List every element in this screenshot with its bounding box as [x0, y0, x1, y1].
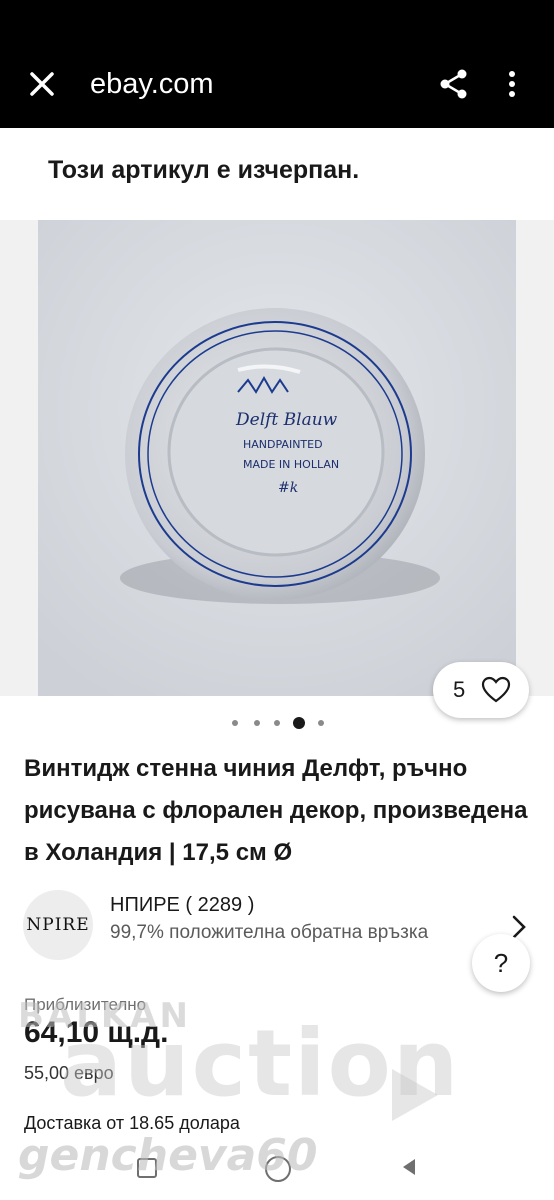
image-gallery[interactable]: Delft Blauw HANDPAINTED MADE IN HOLLAN #… — [0, 220, 554, 696]
gallery-dot-active[interactable] — [293, 717, 305, 729]
sold-out-notice: Този артикул е изчерпан. — [48, 156, 360, 184]
price: 64,10 щ.д. — [24, 1016, 169, 1049]
browser-top-bar: ebay.com — [0, 0, 554, 128]
watch-button[interactable]: 5 — [433, 662, 529, 718]
url-label[interactable]: ebay.com — [90, 66, 214, 102]
gallery-dot[interactable] — [232, 720, 238, 726]
back-icon[interactable] — [398, 1156, 420, 1178]
plate-mark-line-4: #k — [278, 480, 298, 496]
close-icon[interactable] — [24, 66, 60, 102]
plate-mark-line-2: HANDPAINTED — [243, 438, 323, 451]
system-nav-bar — [0, 1138, 554, 1200]
gallery-dot[interactable] — [254, 720, 260, 726]
plate-mark-line-1: Delft Blauw — [235, 410, 338, 430]
shipping-cost: Доставка от 18.65 долара — [24, 1113, 240, 1133]
seller-avatar: NPIRE — [23, 890, 93, 960]
home-icon[interactable] — [265, 1156, 291, 1182]
approx-label: Приблизително — [24, 995, 147, 1014]
gallery-pagination — [0, 716, 554, 732]
recent-apps-icon[interactable] — [137, 1158, 157, 1178]
more-options-icon[interactable] — [500, 66, 524, 102]
gallery-dot[interactable] — [274, 720, 280, 726]
product-photo[interactable]: Delft Blauw HANDPAINTED MADE IN HOLLAN #… — [38, 220, 516, 696]
watch-count: 5 — [453, 677, 466, 702]
help-button[interactable]: ? — [472, 934, 530, 992]
gallery-dot[interactable] — [318, 720, 324, 726]
plate-illustration: Delft Blauw HANDPAINTED MADE IN HOLLAN #… — [38, 220, 516, 696]
seller-feedback: 99,7% положителна обратна връзка — [110, 922, 429, 943]
watermark-play-icon — [392, 1069, 438, 1121]
heart-icon — [481, 676, 511, 703]
price-original-currency: 55,00 евро — [24, 1063, 114, 1083]
listing-title: Винтидж стенна чиния Делфт, ръчно рисува… — [24, 755, 528, 866]
seller-name: НПИРЕ ( 2289 ) — [110, 894, 255, 916]
share-icon[interactable] — [436, 66, 472, 102]
seller-card[interactable]: NPIRE НПИРЕ ( 2289 ) 99,7% положителна о… — [0, 890, 554, 966]
plate-mark-line-3: MADE IN HOLLAN — [243, 458, 339, 471]
